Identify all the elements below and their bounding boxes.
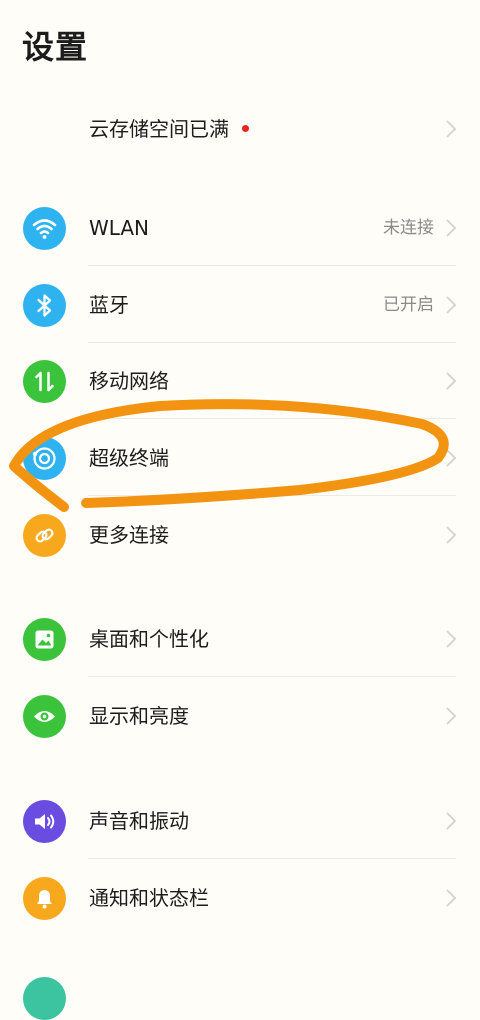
settings-item-sound-vibration[interactable]: 声音和振动 [0,783,480,859]
super-terminal-label: 超级终端 [89,446,169,470]
divider [88,265,456,266]
page-title: 设置 [22,28,89,66]
wlan-status: 未连接 [383,218,434,238]
divider [88,495,456,496]
bluetooth-label: 蓝牙 [89,293,129,317]
more-connections-label: 更多连接 [89,523,169,547]
next-item-icon-partial [23,977,66,1020]
chevron-right-icon [444,447,458,469]
bluetooth-icon [23,284,66,327]
settings-item-notifications[interactable]: 通知和状态栏 [0,860,480,936]
divider [88,676,456,677]
cloud-storage-label-wrap: 云存储空间已满 [89,91,249,167]
settings-item-wlan[interactable]: WLAN 未连接 [0,190,480,266]
settings-item-mobile-network[interactable]: 移动网络 [0,343,480,419]
bell-icon [23,877,66,920]
notifications-label: 通知和状态栏 [89,886,209,910]
speaker-icon [23,800,66,843]
settings-item-desktop-personalization[interactable]: 桌面和个性化 [0,601,480,677]
desktop-personalization-label: 桌面和个性化 [89,627,209,651]
alert-dot [242,125,249,132]
wifi-icon [23,207,66,250]
display-brightness-label: 显示和亮度 [89,704,189,728]
mobile-data-icon [23,360,66,403]
chevron-right-icon [444,118,458,140]
chevron-right-icon [444,370,458,392]
cloud-storage-label: 云存储空间已满 [89,117,229,141]
wlan-label: WLAN [89,216,150,240]
sound-vibration-label: 声音和振动 [89,809,189,833]
mobile-network-label: 移动网络 [89,369,169,393]
chevron-right-icon [444,294,458,316]
settings-item-display-brightness[interactable]: 显示和亮度 [0,678,480,754]
link-icon [23,514,66,557]
chevron-right-icon [444,628,458,650]
settings-item-super-terminal[interactable]: 超级终端 [0,420,480,496]
chevron-right-icon [444,524,458,546]
chevron-right-icon [444,217,458,239]
divider [88,418,456,419]
settings-item-more-connections[interactable]: 更多连接 [0,497,480,573]
chevron-right-icon [444,887,458,909]
chevron-right-icon [444,705,458,727]
divider [88,858,456,859]
wallpaper-icon [23,618,66,661]
settings-item-bluetooth[interactable]: 蓝牙 已开启 [0,267,480,343]
super-terminal-icon [23,437,66,480]
bluetooth-status: 已开启 [383,295,434,315]
eye-icon [23,695,66,738]
cloud-storage-item[interactable]: 云存储空间已满 [0,91,480,167]
chevron-right-icon [444,810,458,832]
